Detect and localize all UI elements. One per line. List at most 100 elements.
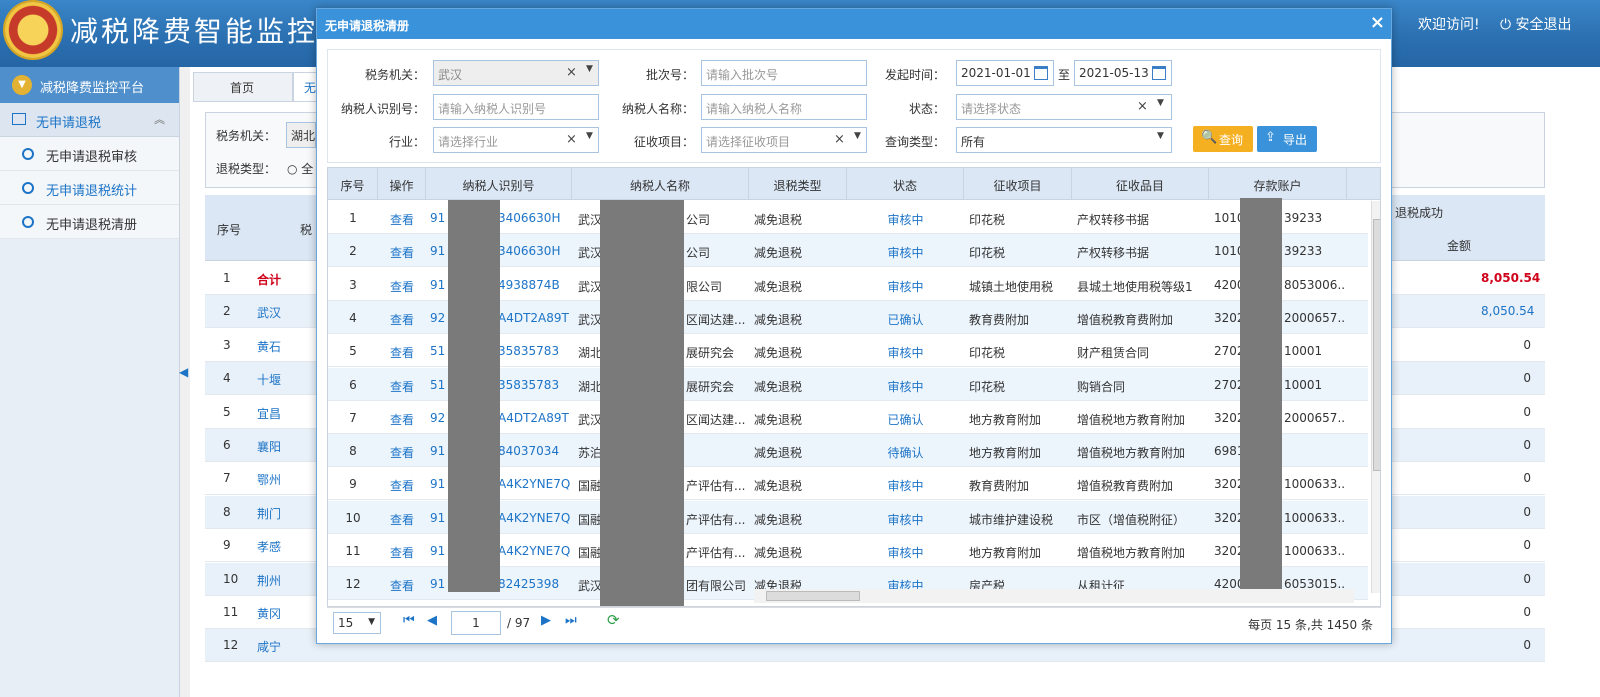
prev-page-icon[interactable]: ◀ xyxy=(427,613,437,628)
bg-row-name[interactable]: 荆州 xyxy=(257,572,281,589)
current-page: 1 xyxy=(472,616,480,630)
last-page-icon[interactable]: ⏭ xyxy=(565,613,577,628)
bg-row-name[interactable]: 宜昌 xyxy=(257,405,281,422)
chevron-down-icon[interactable]: ▼ xyxy=(586,131,593,141)
taxpayer-name-prefix: 国融 xyxy=(578,479,603,494)
sidebar-platform-header[interactable]: ▼ 减税降费监控平台 xyxy=(0,67,179,103)
clear-icon[interactable]: × xyxy=(834,132,845,147)
bg-row-amount: 0 xyxy=(1523,638,1531,653)
start-date-input[interactable]: 2021-01-01 xyxy=(956,60,1054,86)
taxpayer-id-input[interactable]: 请输入纳税人识别号 xyxy=(433,94,599,120)
close-icon[interactable]: × xyxy=(1370,12,1385,33)
sidebar-collapse-icon[interactable]: ◀ xyxy=(179,365,188,379)
logout-button[interactable]: ⏻ 安全退出 xyxy=(1500,14,1572,34)
bg-row-name[interactable]: 武汉 xyxy=(257,304,281,321)
bg-row-name[interactable]: 十堰 xyxy=(257,371,281,388)
search-icon: 🔍 xyxy=(1201,130,1218,145)
refund-type: 减免退税 xyxy=(754,546,803,560)
bg-row-name[interactable]: 孝感 xyxy=(257,538,281,555)
clear-icon[interactable]: × xyxy=(1137,99,1148,114)
end-date-input[interactable]: 2021-05-13 xyxy=(1074,60,1172,86)
search-button[interactable]: 🔍 查询 xyxy=(1193,126,1253,152)
scroll-thumb[interactable] xyxy=(766,591,860,601)
redaction-block-name xyxy=(600,200,684,606)
chevron-down-icon[interactable]: ▼ xyxy=(586,64,593,74)
next-page-icon[interactable]: ▶ xyxy=(541,613,551,628)
view-link[interactable]: 查看 xyxy=(378,544,426,561)
taxpayer-id-suffix: 4938874B xyxy=(498,277,560,292)
levy-label: 征收项目： xyxy=(633,135,694,149)
industry-select[interactable]: 请选择行业 × ▼ xyxy=(433,127,599,153)
bg-row-name[interactable]: 襄阳 xyxy=(257,438,281,455)
bg-row-amount: 0 xyxy=(1523,504,1531,519)
bg-row-name[interactable]: 咸宁 xyxy=(257,638,281,655)
clear-icon[interactable]: × xyxy=(566,65,577,80)
vertical-scrollbar[interactable] xyxy=(1371,201,1380,593)
register-modal: 无申请退税清册 × 税务机关： 武汉 × ▼ 批次号： 请输入批次号 发起时间：… xyxy=(316,8,1392,644)
view-link[interactable]: 查看 xyxy=(378,444,426,461)
batch-input[interactable]: 请输入批次号 xyxy=(701,60,867,86)
view-link[interactable]: 查看 xyxy=(378,344,426,361)
bg-tax-office-label: 税务机关： xyxy=(216,129,277,143)
taxpayer-id-suffix: A4K2YNE7Q xyxy=(498,544,571,558)
chevron-down-icon[interactable]: ▼ xyxy=(1157,131,1164,141)
levy-select[interactable]: 请选择征收项目 × ▼ xyxy=(701,127,867,153)
bg-row-amount: 0 xyxy=(1523,438,1531,452)
bg-refund-type-radio[interactable]: ○ 全 xyxy=(287,160,313,177)
row-no: 6 xyxy=(349,377,357,392)
first-page-icon[interactable]: ⏮ xyxy=(403,613,415,628)
refresh-icon[interactable]: ⟳ xyxy=(607,611,620,629)
refund-type: 减免退税 xyxy=(754,213,803,227)
view-link[interactable]: 查看 xyxy=(378,511,426,528)
clear-icon[interactable]: × xyxy=(566,132,577,147)
col-refund-type: 退税类型 xyxy=(749,168,847,200)
bg-row-name[interactable]: 黄石 xyxy=(257,338,281,355)
status-badge: 审核中 xyxy=(887,512,924,527)
chevron-down-icon[interactable]: ▼ xyxy=(1157,98,1164,108)
status-badge: 审核中 xyxy=(887,379,924,394)
export-button[interactable]: ⇪ 导出 xyxy=(1257,126,1317,152)
view-link[interactable]: 查看 xyxy=(378,311,426,328)
view-link[interactable]: 查看 xyxy=(378,411,426,428)
bg-row-name[interactable]: 荆门 xyxy=(257,505,281,522)
taxpayer-name-placeholder: 请输入纳税人名称 xyxy=(706,102,803,116)
taxpayer-name-prefix: 武汉 xyxy=(578,213,603,227)
sidebar-item-statistics[interactable]: 无申请退税统计 xyxy=(0,171,179,205)
bg-tax-office-value: 湖北 xyxy=(291,129,316,143)
calendar-icon[interactable] xyxy=(1152,66,1166,80)
view-link[interactable]: 查看 xyxy=(378,577,426,594)
sidebar-item-register[interactable]: 无申请退税清册 xyxy=(0,205,179,239)
page-size-select[interactable]: 15 ▼ xyxy=(333,612,381,634)
status-select[interactable]: 请选择状态 × ▼ xyxy=(956,94,1172,120)
view-link[interactable]: 查看 xyxy=(378,244,426,261)
taxpayer-name-input[interactable]: 请输入纳税人名称 xyxy=(701,94,867,120)
levy-project: 地方教育附加 xyxy=(969,446,1042,461)
account-suffix: 2000657... xyxy=(1284,410,1344,425)
view-link[interactable]: 查看 xyxy=(378,211,426,228)
view-link[interactable]: 查看 xyxy=(378,378,426,395)
levy-placeholder: 请选择征收项目 xyxy=(706,135,791,149)
sidebar-item-review[interactable]: 无申请退税审核 xyxy=(0,137,179,171)
bg-row-name[interactable]: 鄂州 xyxy=(257,471,281,488)
col-no: 序号 xyxy=(328,168,378,200)
scroll-thumb[interactable] xyxy=(1373,219,1380,471)
taxpayer-id-prefix: 51 xyxy=(430,377,446,392)
bg-row-name[interactable]: 黄冈 xyxy=(257,605,281,622)
calendar-icon[interactable] xyxy=(1034,66,1048,80)
view-link[interactable]: 查看 xyxy=(378,477,426,494)
bg-row-no: 1 xyxy=(223,271,231,285)
view-link[interactable]: 查看 xyxy=(378,278,426,295)
sidebar-group-no-apply-refund[interactable]: 无申请退税 ︽ xyxy=(0,103,179,137)
horizontal-scrollbar[interactable] xyxy=(754,589,1354,603)
tab-active-label: 无 xyxy=(304,81,317,95)
page-number-input[interactable]: 1 xyxy=(451,611,501,635)
tab-home[interactable]: 首页 xyxy=(193,72,293,102)
query-type-select[interactable]: 所有 ▼ xyxy=(956,127,1172,153)
taxpayer-name-prefix: 湖北 xyxy=(578,379,603,394)
logout-label: 安全退出 xyxy=(1515,17,1572,33)
tax-office-select[interactable]: 武汉 × ▼ xyxy=(433,60,599,86)
bg-tax-office-field[interactable]: 湖北 xyxy=(286,122,316,148)
status-badge: 审核中 xyxy=(887,246,924,261)
refund-type: 减免退税 xyxy=(754,479,803,494)
bg-row-amount: 0 xyxy=(1523,538,1531,553)
